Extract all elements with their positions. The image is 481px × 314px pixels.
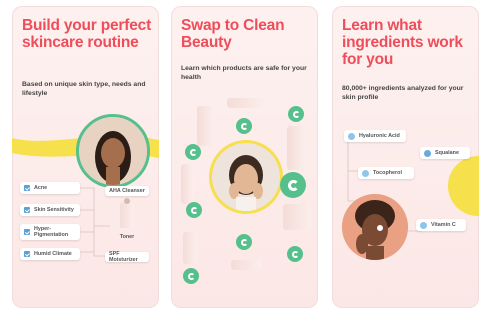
- checkbox-checked-icon: [24, 185, 30, 191]
- checkbox-checked-icon: [24, 207, 30, 213]
- product-label: Toner: [119, 234, 135, 240]
- clean-badge-icon: [288, 106, 304, 122]
- ingredient-icon: [348, 132, 355, 140]
- product-tube-image: [231, 260, 261, 270]
- clean-badge-icon: [236, 234, 252, 250]
- ingredient-label: Tocopherol: [373, 170, 402, 176]
- card-title: Swap to Clean Beauty: [181, 17, 285, 51]
- concern-label: Skin Sensitivity: [34, 207, 74, 213]
- ingredient-item[interactable]: Hyaluronic Acid: [344, 130, 406, 142]
- clean-badge-icon: [236, 118, 252, 134]
- ingredient-item[interactable]: Vitamin C: [416, 219, 466, 231]
- concern-item[interactable]: Humid Climate: [20, 248, 80, 260]
- product-label: SPF Moisturizer: [105, 251, 149, 263]
- ingredient-label: Squalane: [435, 150, 459, 156]
- concern-item[interactable]: Acne: [20, 182, 80, 194]
- product-bottle-image: [183, 232, 197, 264]
- screenshot-card-routine[interactable]: Build your perfect skincare routine Base…: [12, 6, 159, 308]
- checkbox-checked-icon: [24, 251, 30, 257]
- clean-badge-icon: [287, 246, 303, 262]
- product-tube-image: [227, 98, 265, 108]
- card-subtitle: Based on unique skin type, needs and lif…: [22, 81, 146, 97]
- clean-badge-icon: [186, 202, 202, 218]
- woman-portrait-avatar: [342, 194, 408, 260]
- clean-badge-icon: [183, 268, 199, 284]
- ingredient-item[interactable]: Tocopherol: [358, 167, 414, 179]
- concern-label: Hyper-Pigmentation: [34, 225, 69, 239]
- woman-portrait-avatar: [76, 114, 150, 188]
- concern-label: Humid Climate: [34, 251, 72, 257]
- product-bottle-image: [197, 106, 213, 146]
- card-title: Learn what ingredients work for you: [342, 17, 463, 68]
- clean-badge-icon: [185, 144, 201, 160]
- concern-item[interactable]: Skin Sensitivity: [20, 204, 80, 216]
- product-jar-image: [283, 204, 311, 230]
- product-bottle-image: [181, 164, 193, 204]
- ingredient-icon: [420, 221, 427, 229]
- ingredient-label: Vitamin C: [431, 222, 456, 228]
- screenshot-card-clean-beauty[interactable]: Swap to Clean Beauty Learn which product…: [171, 6, 318, 308]
- ingredient-icon: [424, 149, 431, 157]
- bottle-cap: [124, 198, 130, 204]
- ingredient-label: Hyaluronic Acid: [359, 133, 400, 139]
- card-subtitle: 80,000+ ingredients analyzed for your sk…: [342, 85, 464, 101]
- ingredient-icon: [362, 169, 369, 177]
- checkbox-checked-icon: [24, 229, 30, 235]
- screenshot-card-ingredients[interactable]: Learn what ingredients work for you 80,0…: [332, 6, 479, 308]
- concern-item[interactable]: Hyper-Pigmentation: [20, 224, 80, 240]
- toner-bottle-image: [120, 202, 134, 228]
- product-label: AHA Cleanser: [105, 186, 149, 196]
- concern-label: Acne: [34, 185, 48, 191]
- ingredient-item[interactable]: Squalane: [420, 147, 470, 159]
- card-title: Build your perfect skincare routine: [22, 17, 152, 51]
- woman-portrait-avatar: [212, 143, 280, 211]
- clean-badge-icon: [280, 172, 306, 198]
- product-bottle-image: [287, 126, 305, 170]
- card-subtitle: Learn which products are safe for your h…: [181, 65, 307, 81]
